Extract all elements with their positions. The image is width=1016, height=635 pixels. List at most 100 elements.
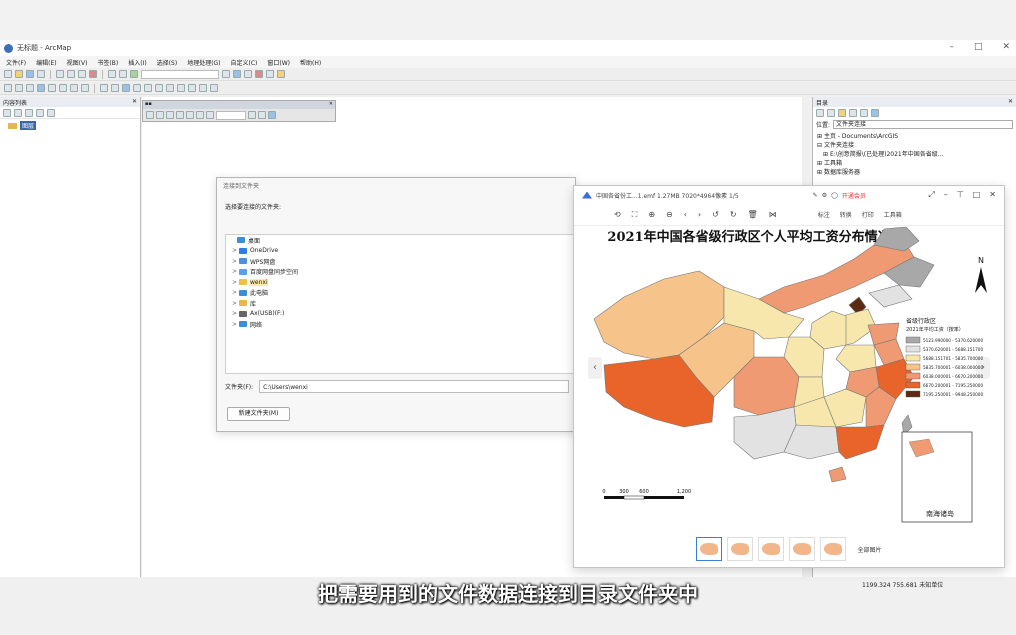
thumbnail-3[interactable] (758, 537, 785, 561)
list-by-source-icon[interactable] (14, 109, 22, 117)
disconnect-folder-icon[interactable] (849, 109, 857, 117)
menu-customize[interactable]: 自定义(C) (231, 58, 258, 67)
pin-icon[interactable]: ✎ (813, 192, 818, 199)
change-layout-icon[interactable] (268, 111, 276, 119)
folder-tree-item[interactable]: > 此电脑 (226, 288, 576, 299)
new-icon[interactable] (4, 70, 12, 78)
forward-icon[interactable] (81, 84, 89, 92)
copy-icon[interactable] (67, 70, 75, 78)
list-by-visibility-icon[interactable] (25, 109, 33, 117)
cloud-icon[interactable]: ◯ (831, 192, 838, 199)
folder-tree-item[interactable]: > 百度网盘同步空间 (226, 267, 576, 278)
editor-icon[interactable] (222, 70, 230, 78)
chevron-right-icon[interactable]: > (232, 300, 237, 307)
menu-view[interactable]: 视图(V) (67, 58, 88, 67)
options-icon[interactable] (47, 109, 55, 117)
share-icon[interactable]: ⋈ (769, 210, 777, 219)
chevron-right-icon[interactable]: > (232, 247, 237, 254)
time-slider-icon[interactable] (199, 84, 207, 92)
chevron-right-icon[interactable]: > (232, 321, 237, 328)
catalog-tree-item-connected-folder[interactable]: ⊞ E:\创意简报\(已处理)2021年中国各省级... (817, 150, 1012, 159)
zoom-in-icon[interactable] (4, 84, 12, 92)
viewer-maximize-icon[interactable]: □ (973, 190, 981, 200)
zoom-100-icon[interactable] (186, 111, 194, 119)
layout-zoom-combobox[interactable] (216, 111, 246, 120)
list-by-selection-icon[interactable] (36, 109, 44, 117)
minimize-icon[interactable]: – (949, 42, 954, 52)
back-icon[interactable] (70, 84, 78, 92)
chevron-right-icon[interactable]: > (232, 268, 237, 275)
all-images-link[interactable]: 全部图片 (857, 545, 881, 554)
convert-button[interactable]: 转换 (840, 210, 852, 219)
model-builder-icon[interactable] (277, 70, 285, 78)
find-icon[interactable] (166, 84, 174, 92)
toolbox-button[interactable]: 工具箱 (884, 210, 902, 219)
catalog-tree-item-folder-connections[interactable]: ⊟ 文件夹连接 (817, 141, 1012, 150)
prev-icon[interactable]: ‹ (684, 210, 687, 219)
viewer-minimize-icon[interactable]: – (944, 190, 948, 200)
thumbnail-2[interactable] (727, 537, 754, 561)
select-elements-icon[interactable] (111, 84, 119, 92)
folder-tree-item[interactable]: 桌面 (226, 235, 576, 246)
catalog-close-icon[interactable]: ✕ (1008, 98, 1013, 106)
undo-icon[interactable] (108, 70, 116, 78)
views-icon[interactable] (860, 109, 868, 117)
maximize-icon[interactable]: □ (974, 42, 983, 52)
annotate-button[interactable]: 标注 (818, 210, 830, 219)
toc-close-icon[interactable]: ✕ (132, 98, 137, 106)
hyperlink-icon[interactable] (133, 84, 141, 92)
floating-toolbar-grip[interactable]: ▪▪ (145, 101, 152, 109)
zoom-out-icon[interactable] (15, 84, 23, 92)
rotate-left-icon[interactable]: ↺ (712, 210, 719, 219)
folder-tree-item[interactable]: > OneDrive (226, 246, 576, 257)
delete-icon[interactable] (89, 70, 97, 78)
menu-selection[interactable]: 选择(S) (157, 58, 178, 67)
list-by-drawing-order-icon[interactable] (3, 109, 11, 117)
zoom-out-icon[interactable]: ⊖ (666, 210, 673, 219)
toggle-contents-icon[interactable] (871, 109, 879, 117)
goto-xy-icon[interactable] (188, 84, 196, 92)
fixed-zoom-in-icon[interactable] (48, 84, 56, 92)
arctoolbox-icon[interactable] (255, 70, 263, 78)
folder-tree-item[interactable]: > 网络 (226, 319, 576, 330)
settings-icon[interactable]: ⚙ (822, 192, 827, 199)
catalog-tree-item-toolboxes[interactable]: ⊞ 工具箱 (817, 159, 1012, 168)
trash-icon[interactable]: 🗑 (748, 210, 758, 219)
catalog-tree-item-database-servers[interactable]: ⊞ 数据库服务器 (817, 168, 1012, 177)
scale-combobox[interactable] (141, 69, 219, 79)
save-icon[interactable] (26, 70, 34, 78)
location-input[interactable]: 文件夹连接 (833, 120, 1013, 129)
viewer-close-icon[interactable]: ✕ (989, 190, 996, 200)
next-image-icon[interactable]: › (976, 357, 990, 379)
fit-icon[interactable]: ⛶ (632, 210, 638, 220)
layout-zoom-in-icon[interactable] (146, 111, 154, 119)
add-data-icon[interactable] (130, 70, 138, 78)
catalog-window-icon[interactable] (244, 70, 252, 78)
python-icon[interactable] (266, 70, 274, 78)
chevron-right-icon[interactable]: > (232, 258, 237, 265)
catalog-up-icon[interactable] (827, 109, 835, 117)
menu-edit[interactable]: 编辑(E) (36, 58, 56, 67)
floating-toolbar-close-icon[interactable]: ✕ (329, 101, 333, 109)
full-extent-icon[interactable] (37, 84, 45, 92)
catalog-back-icon[interactable] (816, 109, 824, 117)
fullscreen-icon[interactable]: ⤢ (928, 190, 934, 200)
identify-icon[interactable] (122, 84, 130, 92)
thumbnail-5[interactable] (820, 537, 847, 561)
print-button[interactable]: 打印 (862, 210, 874, 219)
fixed-zoom-out-icon[interactable] (59, 84, 67, 92)
redo-icon[interactable] (119, 70, 127, 78)
toggle-draft-icon[interactable] (248, 111, 256, 119)
zoom-whole-page-icon[interactable] (176, 111, 184, 119)
paste-icon[interactable] (78, 70, 86, 78)
pan-icon[interactable] (26, 84, 34, 92)
menu-geoprocessing[interactable]: 地理处理(G) (187, 58, 220, 67)
rotate-icon[interactable]: ⟲ (614, 210, 621, 219)
cut-icon[interactable] (56, 70, 64, 78)
open-icon[interactable] (15, 70, 23, 78)
chevron-right-icon[interactable]: > (232, 279, 237, 286)
zoom-in-icon[interactable]: ⊕ (648, 210, 655, 219)
rotate-right-icon[interactable]: ↻ (730, 210, 737, 219)
connect-folder-icon[interactable] (838, 109, 846, 117)
menu-help[interactable]: 帮助(H) (300, 58, 321, 67)
